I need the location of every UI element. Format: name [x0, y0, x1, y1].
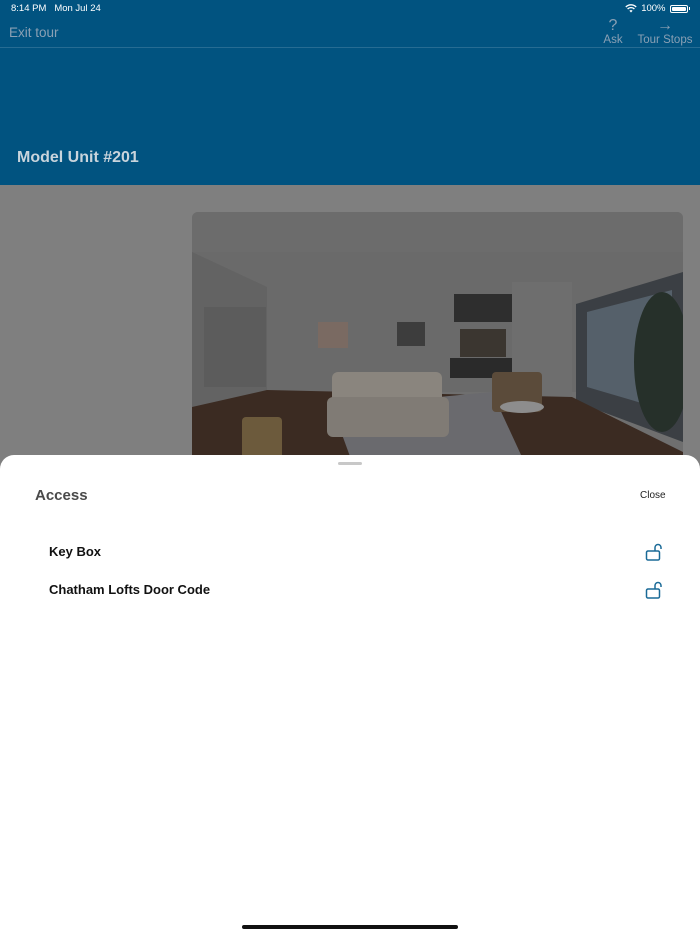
sheet-grabber[interactable]: [338, 462, 362, 465]
unlock-icon[interactable]: [644, 542, 664, 562]
arrow-right-icon: →: [657, 17, 673, 34]
access-item-key-box[interactable]: Key Box: [49, 538, 664, 566]
status-bar: 8:14 PM Mon Jul 24 100%: [0, 0, 700, 17]
ask-label: Ask: [603, 34, 623, 46]
header: 8:14 PM Mon Jul 24 100% Exit tour ? Ask …: [0, 0, 700, 185]
tour-stops-button[interactable]: → Tour Stops: [635, 17, 695, 46]
battery-percent: 100%: [641, 3, 666, 14]
question-icon: ?: [608, 17, 618, 34]
exit-tour-button[interactable]: Exit tour: [9, 25, 59, 40]
access-item-label: Key Box: [49, 544, 102, 559]
navigation-bar: Exit tour ? Ask → Tour Stops: [0, 17, 700, 48]
access-sheet: Access Close Key Box Chatham Lofts Door …: [0, 455, 700, 934]
home-indicator: [242, 925, 458, 929]
status-right: 100%: [625, 3, 690, 14]
living-room-photo: [192, 212, 683, 472]
unlock-icon[interactable]: [644, 580, 664, 600]
status-time: 8:14 PM Mon Jul 24: [11, 3, 101, 14]
unit-photo: [192, 212, 683, 472]
access-item-door-code[interactable]: Chatham Lofts Door Code: [49, 576, 664, 604]
page-title: Model Unit #201: [17, 149, 139, 166]
close-button[interactable]: Close: [640, 490, 666, 501]
ask-button[interactable]: ? Ask: [601, 17, 625, 46]
access-item-label: Chatham Lofts Door Code: [49, 582, 211, 597]
tour-stops-label: Tour Stops: [637, 34, 693, 46]
battery-icon: [669, 4, 688, 13]
wifi-icon: [625, 4, 637, 13]
sheet-title: Access: [35, 487, 88, 504]
